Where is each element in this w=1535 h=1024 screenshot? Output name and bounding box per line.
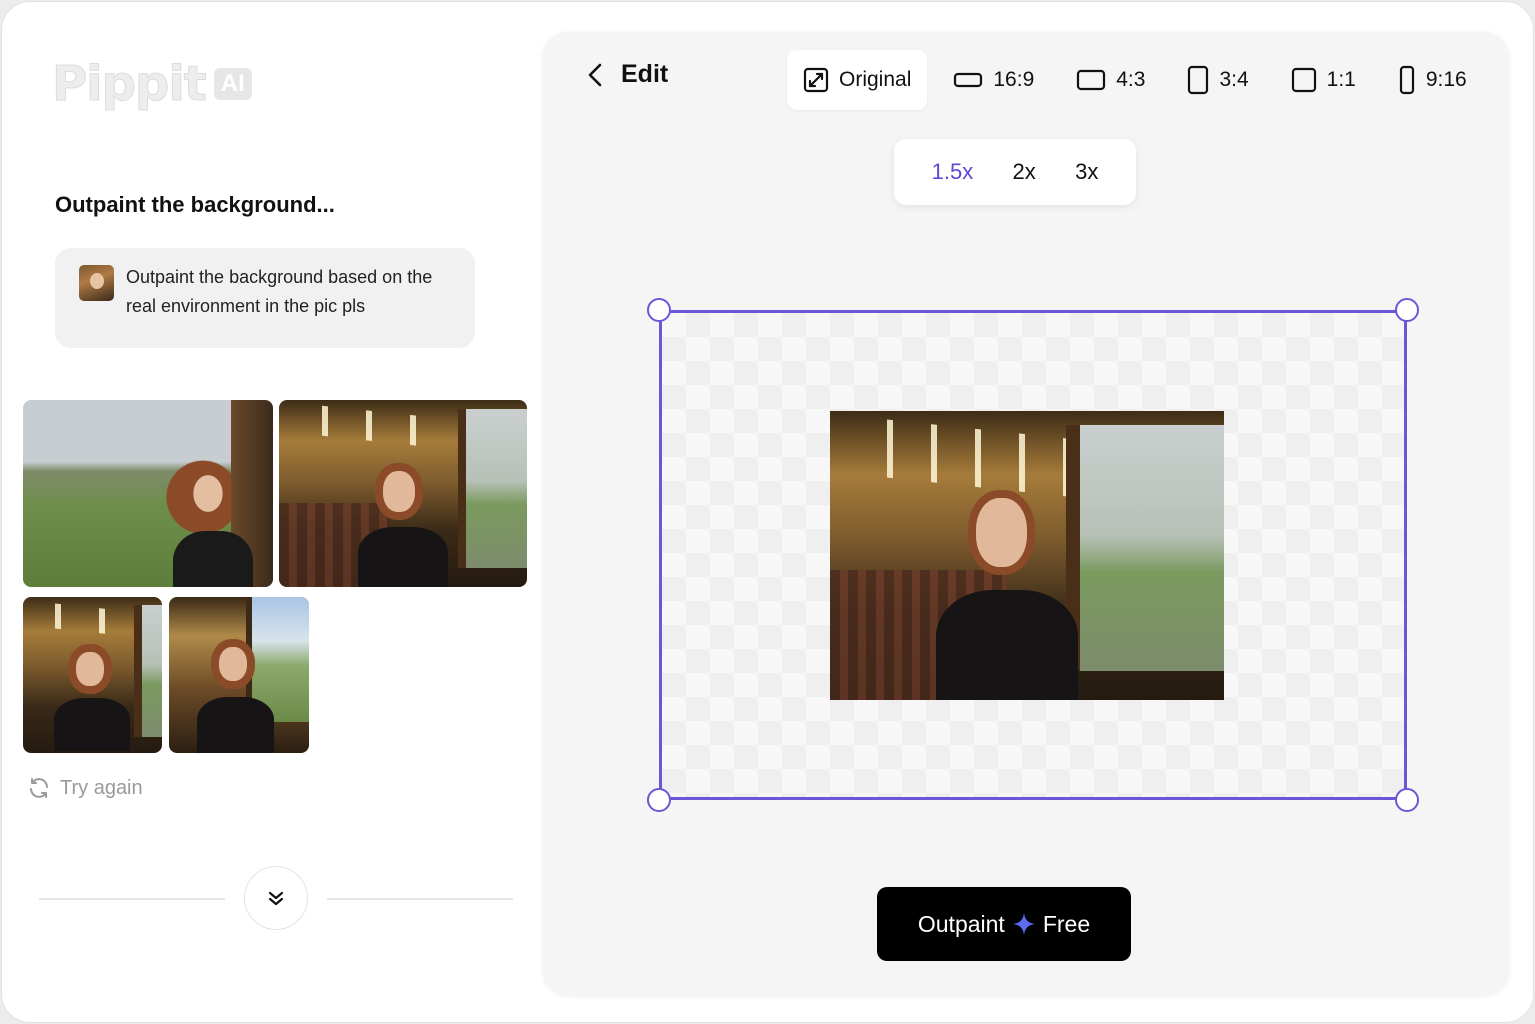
ratio-9-16[interactable]: 9:16 xyxy=(1382,50,1483,110)
image-detail xyxy=(869,417,1067,497)
ratio-label: Original xyxy=(839,68,912,91)
ratio-label: 9:16 xyxy=(1425,68,1467,91)
ratio-label: 3:4 xyxy=(1219,68,1249,91)
try-again-label: Try again xyxy=(60,776,143,799)
source-image xyxy=(830,411,1224,700)
logo-badge: AI xyxy=(213,68,252,100)
image-detail xyxy=(457,409,527,569)
outpaint-free-label: Free xyxy=(1042,910,1091,937)
scale-2x[interactable]: 2x xyxy=(1013,159,1036,185)
brand-logo: Pippit AI xyxy=(52,56,252,113)
ratio-3-4-icon xyxy=(1188,65,1209,95)
image-detail xyxy=(936,590,1079,700)
ratio-3-4[interactable]: 3:4 xyxy=(1171,50,1264,110)
app-window: Pippit AI Outpaint the background... Out… xyxy=(2,2,1533,1022)
aspect-ratio-bar: Original 16:9 4:3 3:4 1:1 9:16 xyxy=(787,50,1493,110)
resize-handle-bottom-right[interactable] xyxy=(1395,788,1419,812)
divider xyxy=(39,898,225,900)
logo-wordmark: Pippit xyxy=(52,56,208,113)
image-detail xyxy=(975,497,1027,568)
result-image-4[interactable] xyxy=(169,597,309,753)
scroll-down-button[interactable] xyxy=(244,866,308,930)
ratio-1-1-icon xyxy=(1291,67,1316,93)
image-detail xyxy=(134,604,162,738)
sparkle-icon xyxy=(1012,913,1035,935)
prompt-message: Outpaint the background based on the rea… xyxy=(55,248,475,348)
chevrons-down-icon xyxy=(268,891,284,906)
image-detail xyxy=(173,530,253,587)
image-detail xyxy=(197,696,274,753)
back-button[interactable]: Edit xyxy=(585,60,668,89)
result-image-2[interactable] xyxy=(279,400,527,587)
chat-title: Outpaint the background... xyxy=(55,192,335,217)
refresh-icon xyxy=(30,778,48,798)
ratio-1-1[interactable]: 1:1 xyxy=(1275,50,1372,110)
image-detail xyxy=(1066,425,1224,672)
try-again-button[interactable]: Try again xyxy=(27,776,143,800)
ratio-original[interactable]: Original xyxy=(787,50,928,110)
prompt-text: Outpaint the background based on the rea… xyxy=(126,267,433,316)
image-detail xyxy=(53,698,131,752)
resize-handle-top-left[interactable] xyxy=(647,298,671,322)
ratio-16-9[interactable]: 16:9 xyxy=(937,50,1050,110)
outpaint-label: Outpaint xyxy=(917,910,1005,937)
ratio-label: 4:3 xyxy=(1116,68,1146,91)
ratio-4-3[interactable]: 4:3 xyxy=(1060,50,1161,110)
image-detail xyxy=(75,651,104,686)
expand-icon xyxy=(803,67,829,93)
chevron-left-icon xyxy=(588,63,602,86)
resize-handle-bottom-left[interactable] xyxy=(647,788,671,812)
result-image-3[interactable] xyxy=(23,597,162,753)
scale-selector: 1.5x 2x 3x xyxy=(894,139,1136,205)
image-detail xyxy=(219,646,248,682)
edit-title: Edit xyxy=(621,60,669,88)
ratio-9-16-icon xyxy=(1399,65,1414,95)
image-detail xyxy=(358,527,448,587)
image-detail xyxy=(36,601,121,636)
ratio-4-3-icon xyxy=(1077,69,1106,91)
ratio-16-9-icon xyxy=(954,72,983,88)
ratio-label: 1:1 xyxy=(1326,68,1356,91)
image-detail xyxy=(303,404,441,449)
scale-1-5x[interactable]: 1.5x xyxy=(932,159,974,185)
prompt-thumbnail xyxy=(79,265,114,301)
divider xyxy=(327,898,513,900)
ratio-label: 16:9 xyxy=(993,68,1035,91)
image-detail xyxy=(383,471,416,513)
result-image-1[interactable] xyxy=(23,400,273,587)
outpaint-button[interactable]: Outpaint Free xyxy=(877,887,1131,961)
scale-3x[interactable]: 3x xyxy=(1075,159,1098,185)
editor-panel: Edit Original 16:9 4:3 3:4 1:1 9:16 1.5x… xyxy=(543,32,1509,995)
resize-handle-top-right[interactable] xyxy=(1395,298,1419,322)
